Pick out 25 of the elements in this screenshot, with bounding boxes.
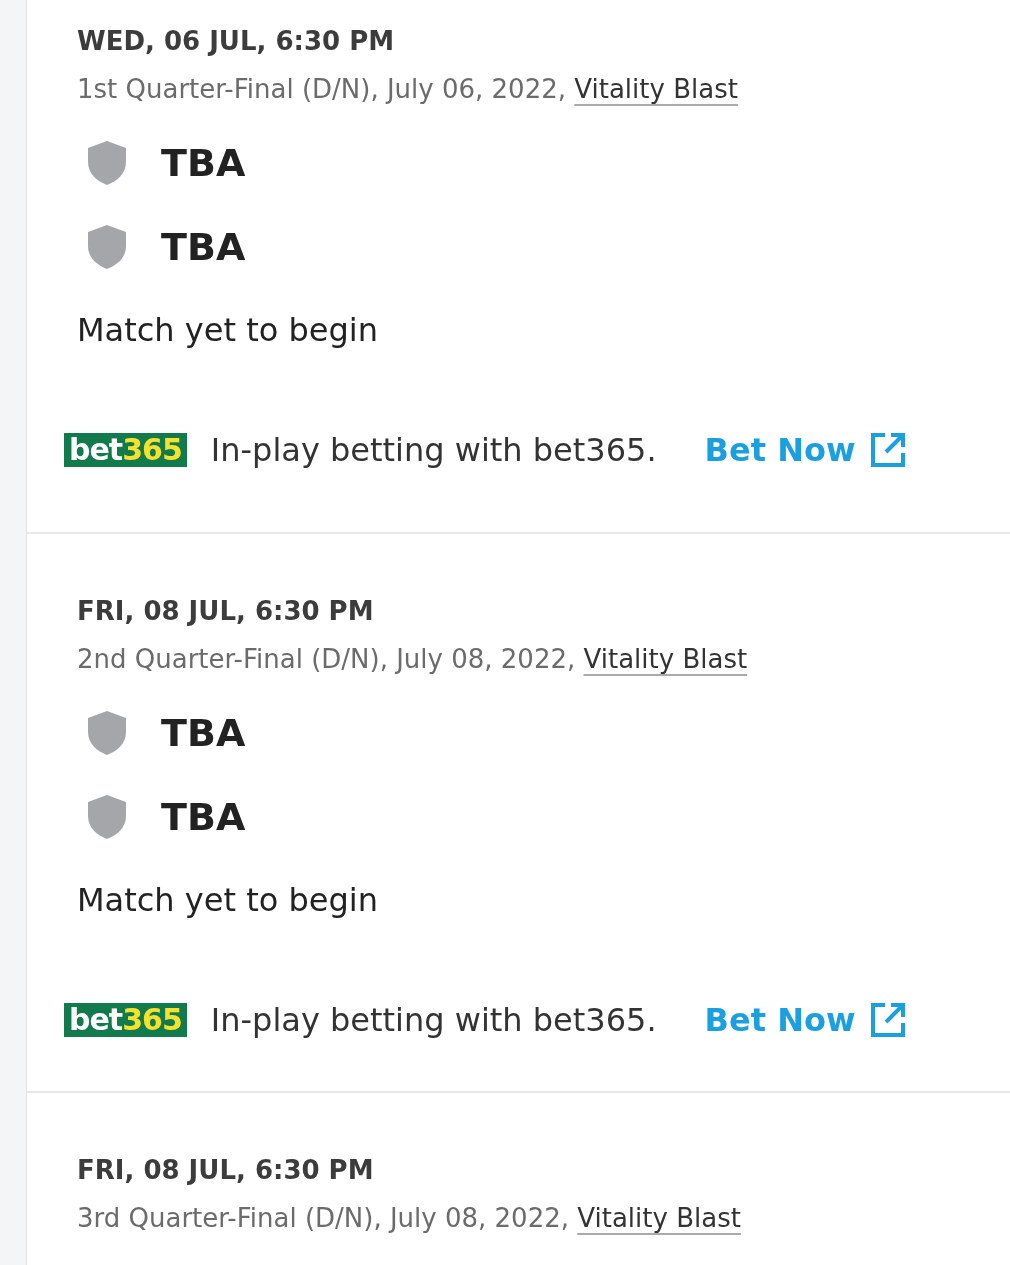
promo-text: In-play betting with bet365.: [210, 430, 657, 471]
team-name: TBA: [161, 709, 246, 757]
external-link-icon: [869, 1001, 908, 1039]
shield-icon: [87, 140, 127, 186]
team-name: TBA: [161, 793, 246, 841]
match-description: 1st Quarter-Final (D/N), July 06, 2022, Vitality Blast: [77, 73, 739, 106]
shield-icon: [87, 224, 127, 270]
league-link[interactable]: Vitality Blast: [583, 644, 748, 674]
match-date: FRI, 08 JUL, 6:30 PM: [77, 1154, 375, 1187]
team-name: TBA: [161, 223, 246, 271]
match-status: Match yet to begin: [77, 880, 379, 921]
league-link[interactable]: Vitality Blast: [574, 74, 738, 104]
promo-text: In-play betting with bet365.: [210, 1000, 657, 1041]
bet365-logo: bet365: [64, 1003, 187, 1037]
match-description: 2nd Quarter-Final (D/N), July 08, 2022, Vitality Blast: [77, 643, 749, 676]
match-description: 3rd Quarter-Final (D/N), July 08, 2022, Vitality Blast: [77, 1202, 742, 1235]
external-link-icon: [869, 431, 908, 469]
match-date: WED, 06 JUL, 6:30 PM: [77, 25, 396, 58]
shield-icon: [87, 794, 127, 840]
bet365-logo: bet365: [64, 433, 187, 467]
match-status: Match yet to begin: [77, 310, 379, 351]
team-name: TBA: [161, 139, 246, 187]
match-date: FRI, 08 JUL, 6:30 PM: [77, 595, 375, 628]
league-link[interactable]: Vitality Blast: [577, 1203, 741, 1233]
shield-icon: [87, 710, 127, 756]
